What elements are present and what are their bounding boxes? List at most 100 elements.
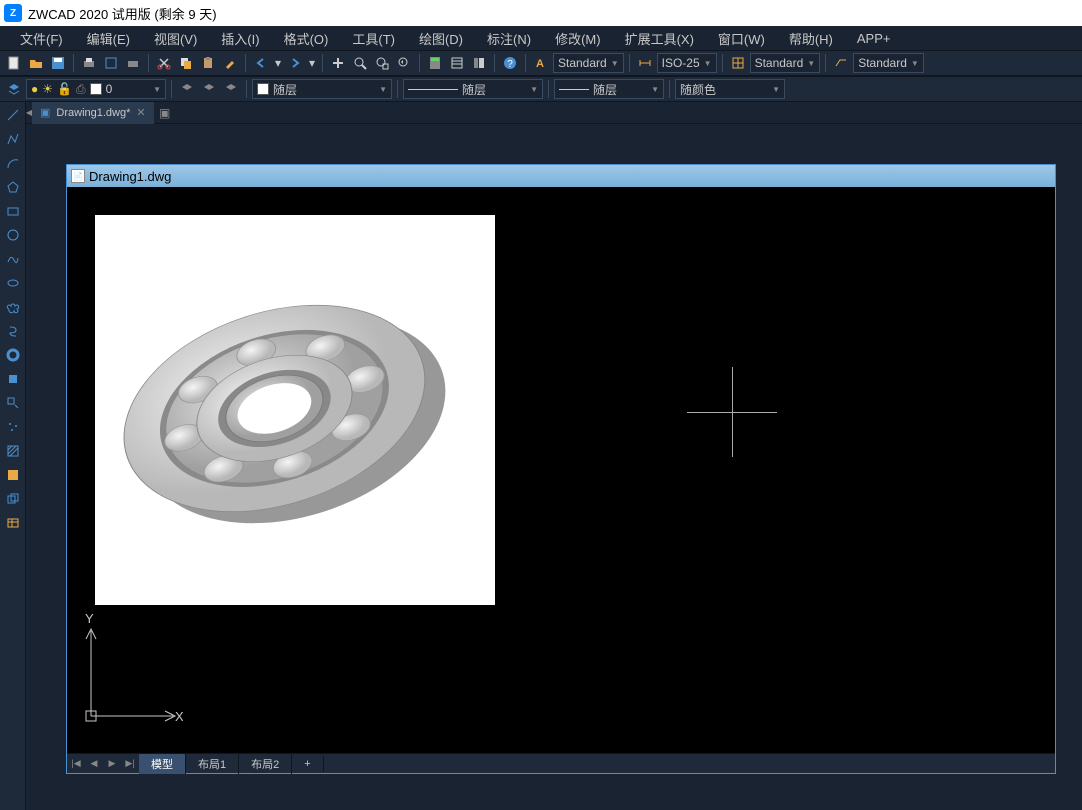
menu-draw[interactable]: 绘图(D) [407,25,475,52]
menu-help[interactable]: 帮助(H) [777,25,845,52]
menu-edit[interactable]: 编辑(E) [75,25,142,52]
copy-button[interactable] [176,53,196,73]
layout-tab-2[interactable]: 布局2 [239,754,292,774]
title-bar: Z ZWCAD 2020 试用版 (剩余 9 天) [0,0,1082,26]
layer-manager-button[interactable] [4,79,24,99]
menu-app[interactable]: APP+ [845,27,903,50]
mleader-style-icon[interactable] [831,53,851,73]
separator [669,80,670,98]
polyline-tool[interactable] [4,130,22,148]
separator [722,54,723,72]
block-tool[interactable] [4,370,22,388]
dim-style-dropdown[interactable]: ISO-25▼ [657,53,717,73]
menu-view[interactable]: 视图(V) [142,25,209,52]
undo-dropdown[interactable]: ▾ [273,53,283,73]
ucs-y-label: Y [85,611,94,626]
circle-tool[interactable] [4,226,22,244]
lineweight-preview [559,89,589,90]
new-file-button[interactable] [4,53,24,73]
lock-icon: 🔓 [57,82,72,96]
properties-button[interactable] [447,53,467,73]
separator [525,54,526,72]
linetype-dropdown[interactable]: 随层 ▼ [403,79,543,99]
layout-tabs: |◀ ◀ ▶ ▶| 模型 布局1 布局2 + [67,753,1055,773]
redo-button[interactable] [285,53,305,73]
insert-block-tool[interactable] [4,394,22,412]
layout-tab-add[interactable]: + [292,756,323,772]
helix-tool[interactable] [4,322,22,340]
text-style-icon[interactable]: A [531,53,551,73]
zoom-previous-button[interactable] [394,53,414,73]
separator [825,54,826,72]
new-tab-button[interactable]: ▣ [154,102,176,124]
svg-text:?: ? [507,59,513,70]
layout-tab-1[interactable]: 布局1 [186,754,239,774]
polygon-tool[interactable] [4,178,22,196]
table-style-dropdown[interactable]: Standard▼ [750,53,821,73]
undo-button[interactable] [251,53,271,73]
redo-dropdown[interactable]: ▾ [307,53,317,73]
menu-modify[interactable]: 修改(M) [543,25,613,52]
layout-nav-next[interactable]: ▶ [103,755,121,773]
cut-button[interactable] [154,53,174,73]
publish-button[interactable] [123,53,143,73]
menu-dimension[interactable]: 标注(N) [475,25,543,52]
layer-dropdown[interactable]: ● ☀ 🔓 ⎙ 0 ▼ [26,79,166,99]
paste-button[interactable] [198,53,218,73]
design-center-button[interactable] [469,53,489,73]
point-tool[interactable] [4,418,22,436]
match-properties-button[interactable] [220,53,240,73]
layout-nav-prev[interactable]: ◀ [85,755,103,773]
lineweight-dropdown[interactable]: 随层 ▼ [554,79,664,99]
text-style-dropdown[interactable]: Standard▼ [553,53,624,73]
hatch-tool[interactable] [4,442,22,460]
mleader-style-dropdown[interactable]: Standard▼ [853,53,924,73]
layout-nav-first[interactable]: |◀ [67,755,85,773]
table-tool[interactable] [4,514,22,532]
table-style-icon[interactable] [728,53,748,73]
app-icon: Z [4,4,22,22]
menu-tools[interactable]: 工具(T) [340,25,407,52]
ellipse-tool[interactable] [4,274,22,292]
table-style-value: Standard [755,56,804,70]
drawing-canvas[interactable]: Y X [67,187,1055,753]
help-button[interactable]: ? [500,53,520,73]
rectangle-tool[interactable] [4,202,22,220]
spline-tool[interactable] [4,250,22,268]
menu-window[interactable]: 窗口(W) [706,25,777,52]
menu-insert[interactable]: 插入(I) [209,25,271,52]
menu-ext-tools[interactable]: 扩展工具(X) [613,25,706,52]
color-dropdown[interactable]: 随层 ▼ [252,79,392,99]
document-window: 📄 Drawing1.dwg [66,164,1056,774]
menu-format[interactable]: 格式(O) [272,25,341,52]
layer-isolate-button[interactable] [221,79,241,99]
layer-previous-button[interactable] [177,79,197,99]
file-tab[interactable]: ▣ Drawing1.dwg* ✕ [32,102,154,124]
save-button[interactable] [48,53,68,73]
menu-file[interactable]: 文件(F) [8,25,75,52]
line-tool[interactable] [4,106,22,124]
revcloud-tool[interactable] [4,298,22,316]
open-file-button[interactable] [26,53,46,73]
print-preview-button[interactable] [101,53,121,73]
zoom-window-button[interactable] [372,53,392,73]
dim-style-value: ISO-25 [662,56,700,70]
region-tool[interactable] [4,490,22,508]
document-area: ◀ ▣ Drawing1.dwg* ✕ ▣ 📄 Drawing1.dwg [26,102,1082,810]
pan-button[interactable] [328,53,348,73]
layout-nav-last[interactable]: ▶| [121,755,139,773]
layer-state-button[interactable] [199,79,219,99]
arc-tool[interactable] [4,154,22,172]
separator [148,54,149,72]
layout-tab-model[interactable]: 模型 [139,754,186,774]
calculator-button[interactable] [425,53,445,73]
gradient-tool[interactable] [4,466,22,484]
close-tab-button[interactable]: ✕ [136,106,145,119]
donut-tool[interactable] [4,346,22,364]
plot-style-dropdown[interactable]: 随颜色 ▼ [675,79,785,99]
dim-style-icon[interactable] [635,53,655,73]
document-title-bar[interactable]: 📄 Drawing1.dwg [67,165,1055,187]
print-button[interactable] [79,53,99,73]
separator [494,54,495,72]
zoom-realtime-button[interactable] [350,53,370,73]
